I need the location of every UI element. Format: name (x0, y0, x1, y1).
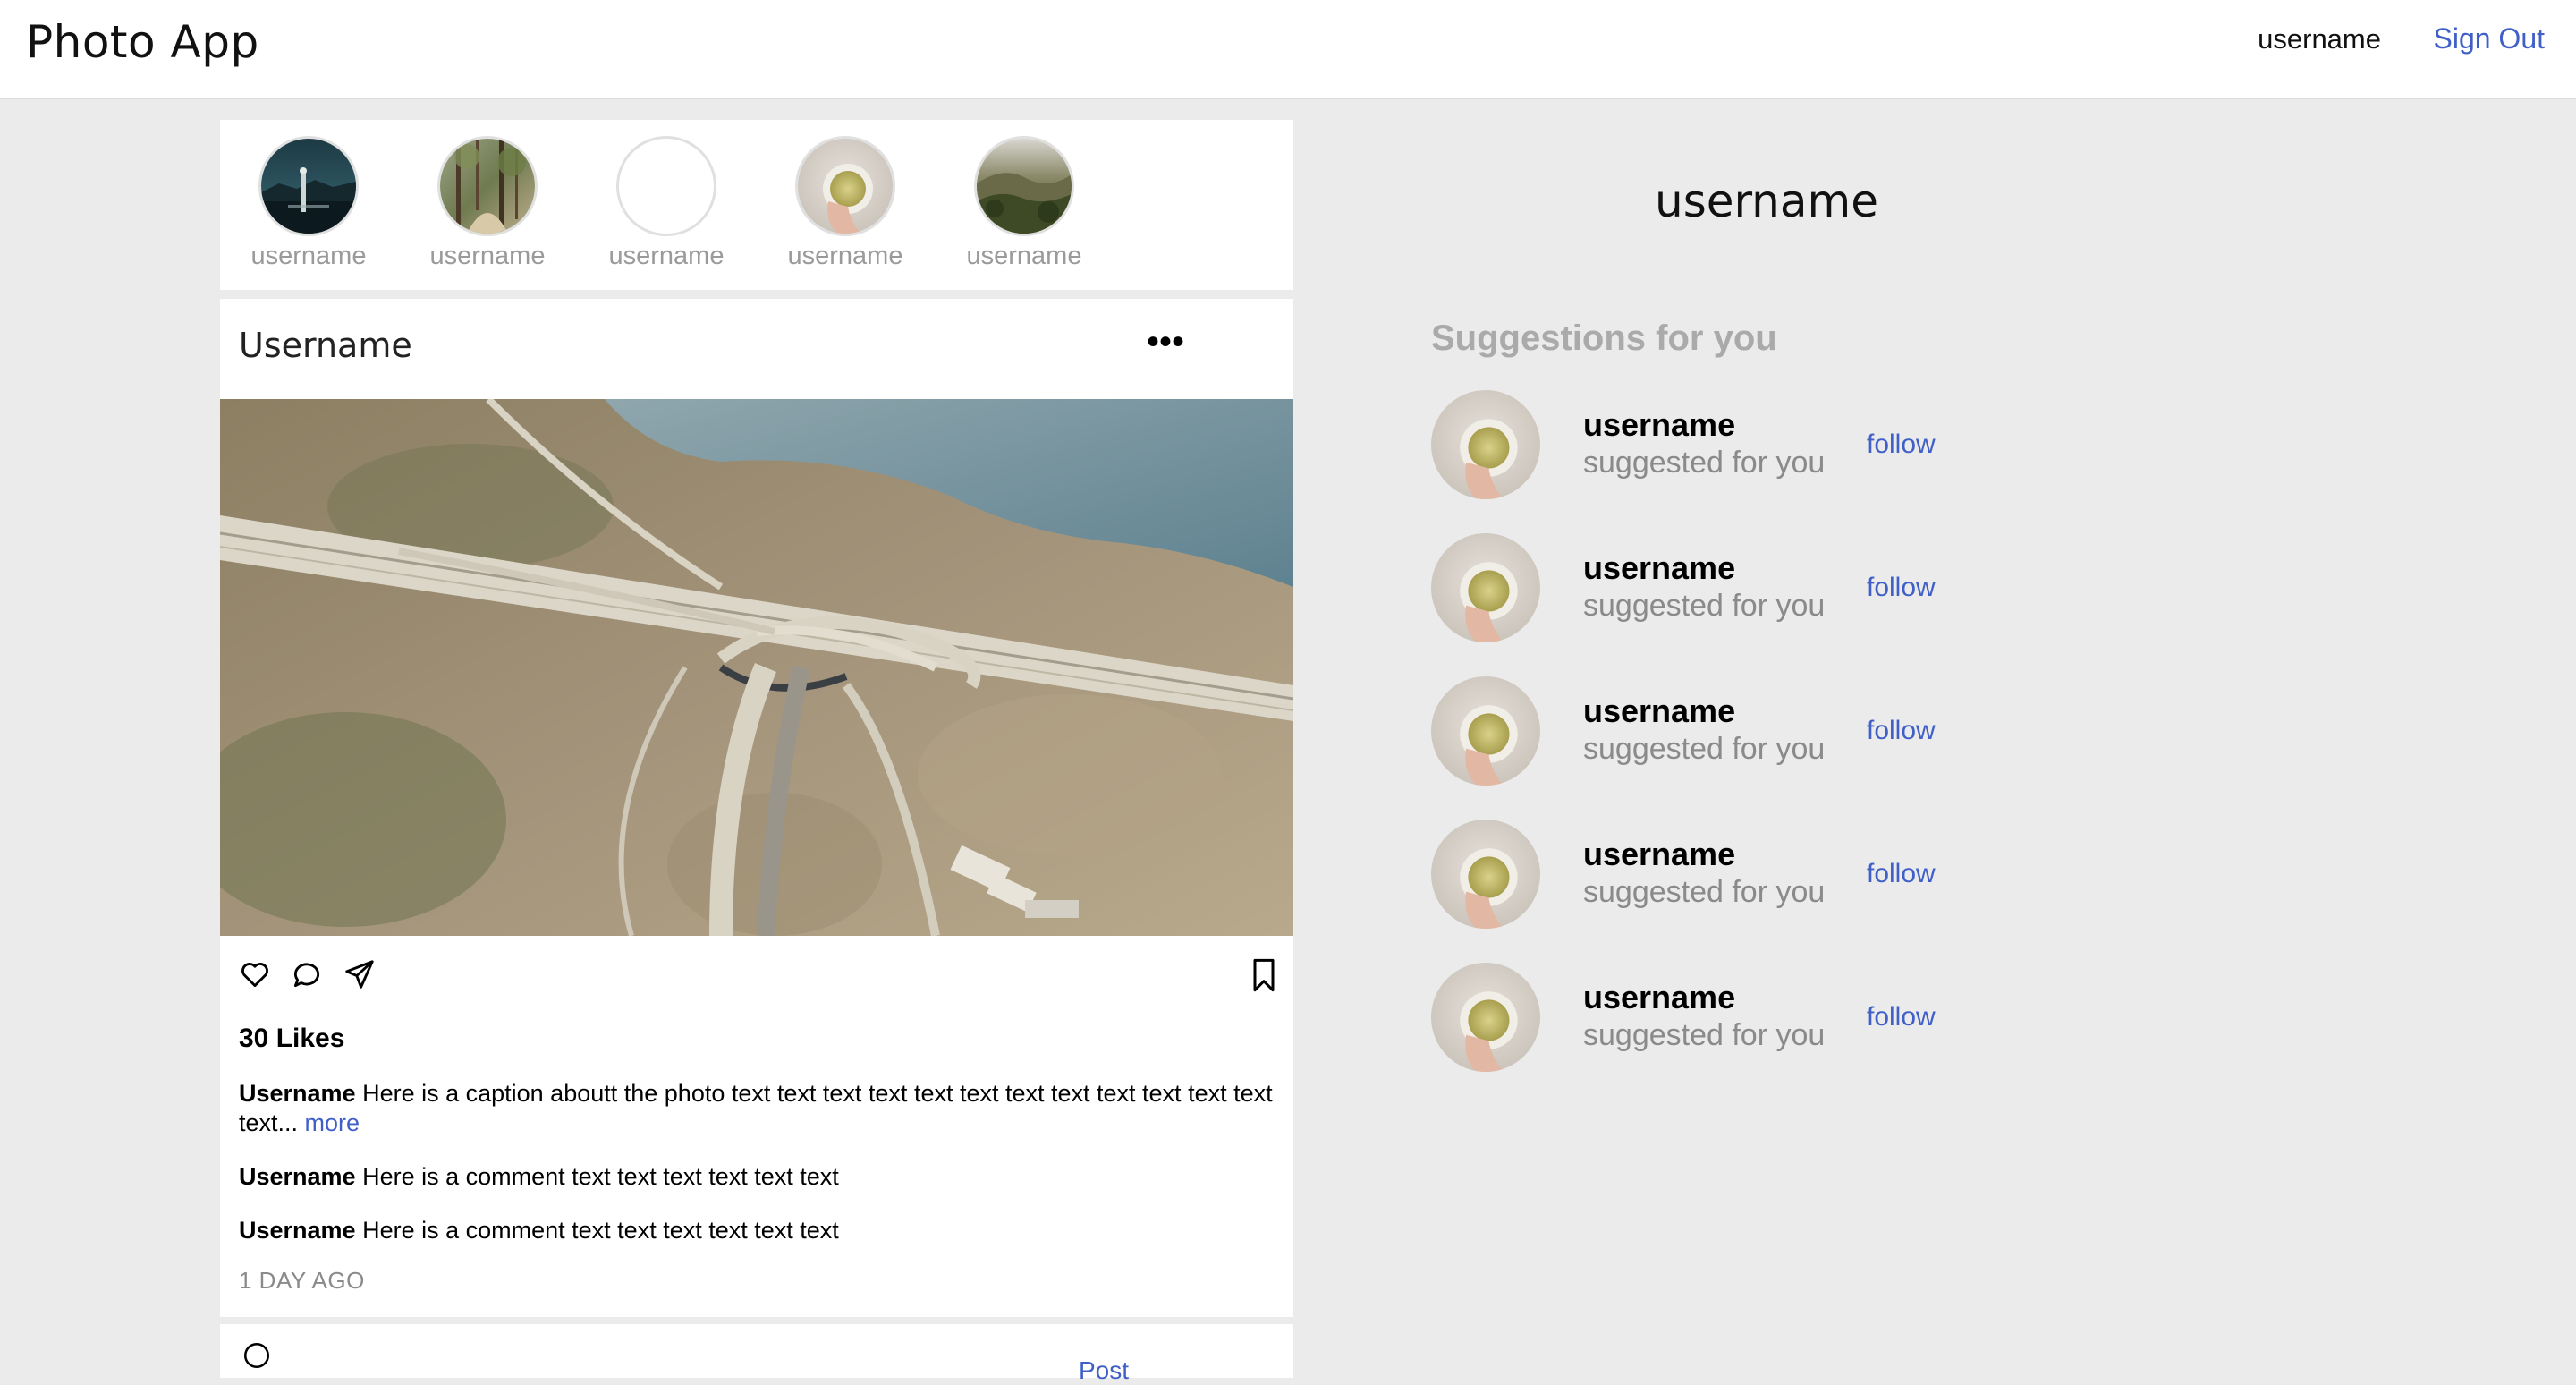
add-comment-bar: Post (220, 1324, 1293, 1384)
suggestion-username[interactable]: username (1583, 979, 1735, 1016)
comment-text: Here is a comment text text text text te… (355, 1217, 839, 1244)
story-username: username (429, 242, 546, 270)
app-title: Photo App (26, 16, 259, 68)
header-username[interactable]: username (2258, 23, 2381, 55)
comment-username[interactable]: Username (239, 1217, 356, 1244)
story-avatar[interactable] (974, 136, 1074, 236)
suggestion-subtitle: suggested for you (1583, 589, 1826, 623)
suggestion-item: username suggested for you follow (1431, 676, 2057, 787)
likes-count: 30 Likes (239, 1024, 345, 1053)
suggestion-avatar[interactable] (1431, 533, 1540, 642)
suggestion-username[interactable]: username (1583, 692, 1735, 730)
caption-username[interactable]: Username (239, 1080, 356, 1107)
more-options-icon[interactable]: ••• (1147, 322, 1184, 362)
top-navbar: Photo App username Sign Out (0, 0, 2576, 99)
divider (220, 1317, 1293, 1324)
caption-text: Here is a caption aboutt the photo text … (239, 1080, 1273, 1136)
caption-more-link[interactable]: more (305, 1109, 360, 1136)
post-caption: Username Here is a caption aboutt the ph… (239, 1079, 1276, 1138)
story-avatar[interactable] (616, 136, 716, 236)
follow-button[interactable]: follow (1867, 859, 1936, 889)
comment-item: Username Here is a comment text text tex… (239, 1163, 839, 1191)
post-image[interactable] (220, 399, 1293, 936)
follow-button[interactable]: follow (1867, 1002, 1936, 1032)
comment-username[interactable]: Username (239, 1163, 356, 1190)
story-username: username (608, 242, 724, 270)
suggestion-avatar[interactable] (1431, 676, 1540, 786)
sign-out-link[interactable]: Sign Out (2433, 22, 2545, 55)
suggestion-username[interactable]: username (1583, 549, 1735, 587)
story-avatar[interactable] (258, 136, 359, 236)
emoji-icon[interactable] (242, 1340, 272, 1371)
follow-button[interactable]: follow (1867, 716, 1936, 746)
profile-username[interactable]: username (1655, 175, 1878, 227)
post-author[interactable]: Username (239, 326, 412, 365)
story-item[interactable]: username (577, 136, 756, 271)
follow-button[interactable]: follow (1867, 429, 1936, 460)
story-username: username (966, 242, 1082, 270)
suggestion-subtitle: suggested for you (1583, 1018, 1826, 1052)
story-avatar[interactable] (795, 136, 895, 236)
comment-item: Username Here is a comment text text tex… (239, 1217, 839, 1245)
suggestion-item: username suggested for you follow (1431, 820, 2057, 930)
story-item[interactable]: username (219, 136, 398, 271)
suggestions-title: Suggestions for you (1431, 319, 1777, 358)
suggestion-avatar[interactable] (1431, 390, 1540, 499)
suggestion-avatar[interactable] (1431, 820, 1540, 929)
suggestion-subtitle: suggested for you (1583, 875, 1826, 909)
post-comment-button[interactable]: Post (1079, 1356, 1129, 1385)
story-avatar[interactable] (437, 136, 538, 236)
story-item[interactable]: username (756, 136, 935, 271)
post-actions (238, 957, 391, 993)
story-item[interactable]: username (935, 136, 1114, 271)
suggestion-username[interactable]: username (1583, 836, 1735, 873)
comment-text: Here is a comment text text text text te… (355, 1163, 839, 1190)
suggestion-item: username suggested for you follow (1431, 390, 2057, 501)
follow-button[interactable]: follow (1867, 573, 1936, 603)
bookmark-icon[interactable] (1249, 957, 1279, 993)
post-timestamp: 1 DAY AGO (239, 1267, 365, 1294)
suggestion-username[interactable]: username (1583, 406, 1735, 444)
stories-bar: username username username username user… (220, 120, 1293, 290)
share-icon[interactable] (343, 957, 377, 991)
story-username: username (787, 242, 903, 270)
suggestion-avatar[interactable] (1431, 963, 1540, 1072)
heart-icon[interactable] (238, 957, 272, 991)
suggestion-item: username suggested for you follow (1431, 963, 2057, 1074)
story-username: username (250, 242, 367, 270)
suggestion-subtitle: suggested for you (1583, 732, 1826, 766)
comment-icon[interactable] (290, 957, 324, 991)
story-item[interactable]: username (398, 136, 577, 271)
suggestion-subtitle: suggested for you (1583, 446, 1826, 480)
post-card: Username ••• 30 Likes Username Here is a… (220, 299, 1293, 1324)
suggestion-item: username suggested for you follow (1431, 533, 2057, 644)
